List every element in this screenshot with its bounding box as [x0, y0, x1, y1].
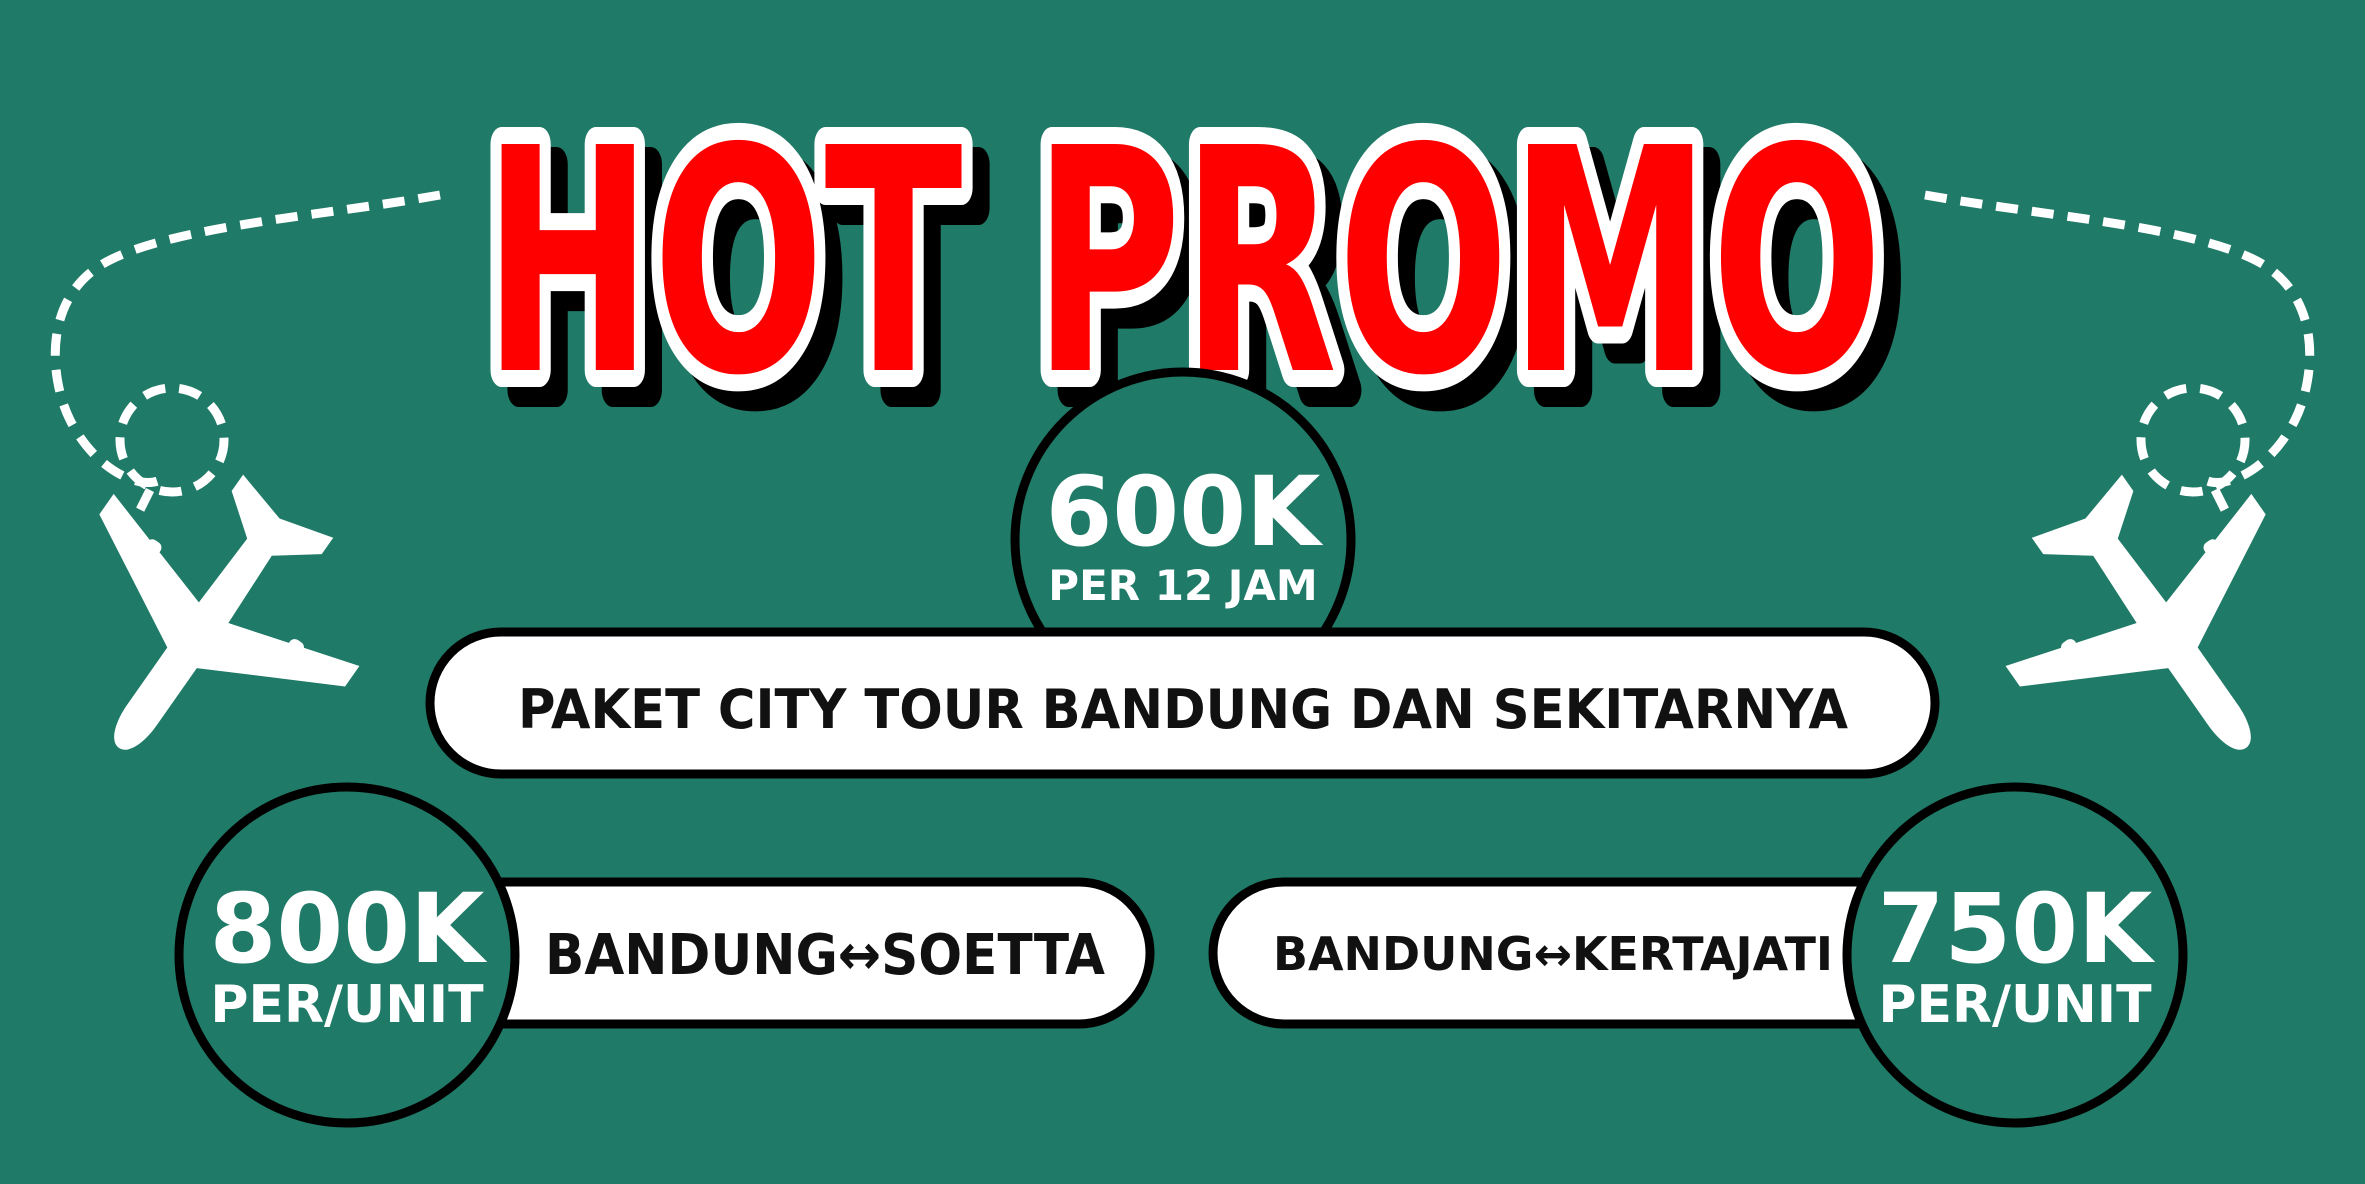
- route-left-pill: BANDUNG↔SOETTA: [425, 877, 1155, 1029]
- right-flight-path: [1924, 190, 2315, 513]
- city-tour-price: 600K: [1046, 456, 1324, 568]
- route-right-price-badge: 750K PER/UNIT: [1842, 782, 2188, 1128]
- route-left-price-badge: 800K PER/UNIT: [174, 782, 520, 1128]
- city-tour-label: PAKET CITY TOUR BANDUNG DAN SEKITARNYA: [518, 678, 1848, 741]
- route-left-unit: PER/UNIT: [210, 975, 484, 1035]
- route-right-price: 750K: [1878, 873, 2156, 985]
- route-right-label: BANDUNG↔KERTAJATI: [1273, 927, 1833, 981]
- route-right-pill: BANDUNG↔KERTAJATI: [1208, 877, 1938, 1029]
- promo-banner: HOT PROMO HOT PROMO HOT PROMO 600K PER 1…: [0, 0, 2365, 1184]
- banner-canvas: HOT PROMO HOT PROMO HOT PROMO 600K PER 1…: [0, 66, 2365, 1128]
- city-tour-unit: PER 12 JAM: [1048, 561, 1317, 610]
- route-left-price: 800K: [210, 873, 488, 985]
- route-left-label: BANDUNG↔SOETTA: [545, 923, 1106, 988]
- left-flight-path: [50, 190, 441, 513]
- title-word-hot: HOT: [483, 83, 964, 444]
- route-right-unit: PER/UNIT: [1878, 975, 2152, 1035]
- city-tour-pill: PAKET CITY TOUR BANDUNG DAN SEKITARNYA: [425, 627, 1940, 779]
